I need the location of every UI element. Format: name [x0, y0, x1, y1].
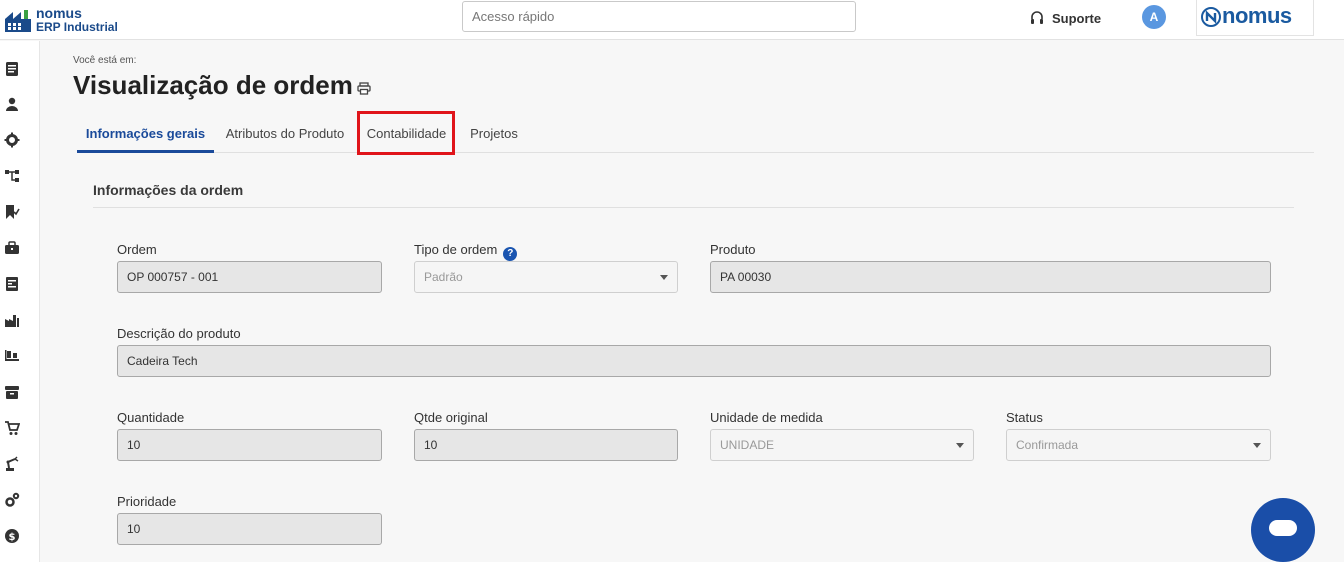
section-divider: [93, 207, 1294, 208]
robot-arm-icon[interactable]: [4, 456, 20, 472]
briefcase-icon[interactable]: [4, 240, 20, 256]
svg-text:$: $: [9, 532, 16, 543]
archive-box-icon[interactable]: [4, 384, 20, 400]
bookmark-check-icon[interactable]: [4, 204, 20, 220]
user-icon[interactable]: [4, 96, 20, 112]
report-icon[interactable]: [4, 276, 20, 292]
chevron-down-icon: [1253, 443, 1261, 448]
cart-icon[interactable]: [4, 420, 20, 436]
chevron-down-icon: [956, 443, 964, 448]
brand-text: nomus: [1222, 3, 1292, 28]
prioridade-field[interactable]: 10: [117, 513, 382, 545]
unidade-value: UNIDADE: [720, 438, 775, 452]
tipo-ordem-label-text: Tipo de ordem: [414, 242, 498, 257]
tab-atributos-do-produto[interactable]: Atributos do Produto: [220, 113, 350, 153]
qtde-original-field[interactable]: 10: [414, 429, 678, 461]
chevron-down-icon: [660, 275, 668, 280]
status-value: Confirmada: [1016, 438, 1079, 452]
help-icon[interactable]: ?: [503, 247, 518, 261]
ordem-label: Ordem: [117, 242, 157, 257]
descricao-label: Descrição do produto: [117, 326, 241, 341]
ordem-field[interactable]: OP 000757 - 001: [117, 261, 382, 293]
support-button[interactable]: Suporte: [1030, 9, 1101, 27]
headset-icon: [1031, 10, 1043, 24]
app-logo[interactable]: nomus ERP Industrial: [4, 4, 124, 36]
pallet-icon[interactable]: [4, 348, 20, 364]
logo-name: nomus: [36, 5, 82, 21]
hierarchy-icon[interactable]: [4, 168, 20, 184]
quick-access-input[interactable]: [462, 1, 856, 32]
sidebar: $: [0, 41, 40, 562]
status-label: Status: [1006, 410, 1043, 425]
brand-logo: nomus: [1196, 0, 1314, 36]
tipo-ordem-select[interactable]: Padrão: [414, 261, 678, 293]
tab-projetos[interactable]: Projetos: [463, 113, 525, 153]
quantidade-field[interactable]: 10: [117, 429, 382, 461]
prioridade-label: Prioridade: [117, 494, 177, 509]
tab-bar: Informações gerais Atributos do Produto …: [77, 113, 1314, 153]
unidade-select[interactable]: UNIDADE: [710, 429, 974, 461]
qtde-original-label: Qtde original: [414, 410, 488, 425]
document-icon[interactable]: [4, 61, 20, 77]
settings-gears-icon[interactable]: [4, 492, 20, 508]
unidade-label: Unidade de medida: [710, 410, 823, 425]
breadcrumb: Você está em:: [73, 55, 137, 66]
quantidade-label: Quantidade: [117, 410, 185, 425]
tab-contabilidade[interactable]: Contabilidade: [360, 113, 453, 153]
chat-button[interactable]: [1251, 498, 1315, 562]
section-title: Informações da ordem: [93, 182, 244, 198]
tipo-ordem-value: Padrão: [424, 270, 463, 284]
logo-subtitle: ERP Industrial: [36, 20, 118, 34]
support-label: Suporte: [1052, 10, 1102, 26]
page-title: Visualização de ordem: [73, 70, 353, 100]
produto-label: Produto: [710, 242, 756, 257]
status-select[interactable]: Confirmada: [1006, 429, 1271, 461]
tab-informacoes-gerais[interactable]: Informações gerais: [77, 113, 214, 153]
user-avatar[interactable]: A: [1142, 5, 1166, 29]
factory-logo-icon: [5, 10, 31, 32]
tipo-ordem-label: Tipo de ordem?: [414, 242, 518, 261]
factory-icon[interactable]: [4, 312, 20, 328]
brand-n-icon: [1201, 7, 1221, 27]
gear-icon[interactable]: [4, 132, 20, 148]
chat-bubble-icon: [1269, 520, 1297, 536]
print-icon[interactable]: [357, 82, 371, 95]
descricao-field[interactable]: Cadeira Tech: [117, 345, 1271, 377]
dollar-icon[interactable]: $: [4, 528, 20, 544]
produto-field[interactable]: PA 00030: [710, 261, 1271, 293]
top-bar: nomus ERP Industrial Suporte A nomus: [0, 0, 1344, 40]
